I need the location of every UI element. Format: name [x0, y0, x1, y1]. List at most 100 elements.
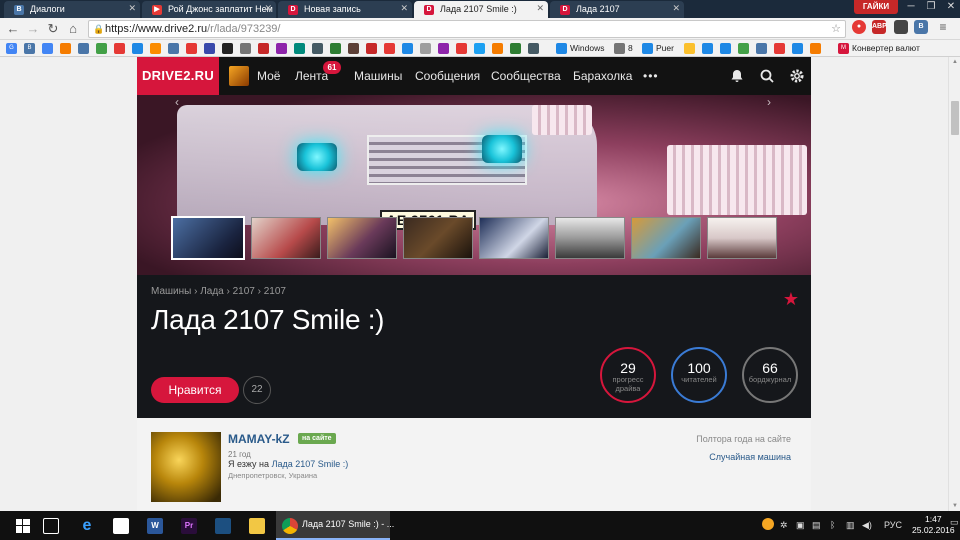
next-photo-icon[interactable]: › — [767, 95, 771, 109]
thumbnail[interactable] — [479, 217, 549, 259]
close-icon[interactable]: ✕ — [536, 3, 544, 14]
notifications-icon[interactable]: ▭ — [950, 517, 959, 528]
bookmark-currency-converter[interactable]: Конвертер валют — [852, 43, 920, 53]
home-icon[interactable]: ⌂ — [64, 20, 82, 38]
scroll-down-icon[interactable]: ▼ — [951, 503, 959, 509]
stat-readers[interactable]: 100 читателей — [671, 347, 727, 403]
thumbnail[interactable] — [555, 217, 625, 259]
stat-logbook[interactable]: 66 борджурнал — [742, 347, 798, 403]
nav-item-mine[interactable]: Моё — [257, 69, 280, 83]
bookmark-star-icon[interactable]: ☆ — [831, 21, 841, 37]
search-icon[interactable] — [759, 68, 775, 84]
user-avatar[interactable] — [229, 66, 249, 86]
bookmark-icon[interactable] — [738, 43, 749, 54]
bookmark-8[interactable]: 8 — [628, 43, 633, 53]
record-extension-icon[interactable]: ● — [852, 20, 866, 34]
bookmark-icon[interactable] — [510, 43, 521, 54]
browser-tab[interactable]: ▶ Рой Джонс заплатит Нем ✕ — [142, 1, 276, 18]
bookmark-icon[interactable] — [402, 43, 413, 54]
bookmark-icon[interactable] — [702, 43, 713, 54]
owner-name-link[interactable]: MAMAY-kZ — [228, 432, 290, 446]
close-icon[interactable]: ✕ — [672, 3, 680, 14]
clock[interactable]: 1:47 25.02.2016 — [912, 514, 955, 536]
bookmark-icon[interactable] — [186, 43, 197, 54]
bookmark-icon[interactable] — [492, 43, 503, 54]
taskbar-app[interactable] — [206, 511, 240, 540]
profile-badge[interactable]: ГАЙКИ — [854, 0, 898, 14]
odnoklassniki-icon[interactable] — [60, 43, 71, 54]
gear-icon[interactable] — [789, 68, 805, 84]
task-view-button[interactable] — [34, 511, 68, 540]
browser-tab[interactable]: D Новая запись ✕ — [278, 1, 412, 18]
bookmark-icon[interactable] — [528, 43, 539, 54]
bookmark-icon[interactable] — [150, 43, 161, 54]
bell-icon[interactable] — [729, 68, 745, 84]
bookmark-icon[interactable] — [258, 43, 269, 54]
tray-app-icon[interactable] — [762, 518, 774, 530]
extension-icon[interactable] — [894, 20, 908, 34]
close-icon[interactable]: ✕ — [264, 3, 272, 14]
back-icon[interactable]: ← — [4, 20, 22, 38]
adblock-icon[interactable]: ABP — [872, 20, 887, 34]
nav-item-messages[interactable]: Сообщения — [415, 69, 480, 83]
taskbar-chrome-window[interactable]: Лада 2107 Smile :) - ... — [276, 511, 394, 540]
nav-more-icon[interactable]: ••• — [643, 69, 659, 83]
bookmark-icon[interactable] — [276, 43, 287, 54]
reload-icon[interactable]: ↻ — [44, 20, 62, 38]
nav-item-market[interactable]: Барахолка — [573, 69, 632, 83]
random-car-link[interactable]: Случайная машина — [709, 452, 791, 462]
thumbnail[interactable] — [631, 217, 701, 259]
nav-item-communities[interactable]: Сообщества — [491, 69, 561, 83]
prev-photo-icon[interactable]: ‹ — [175, 95, 179, 109]
site-logo[interactable]: DRIVE2.RU — [137, 57, 219, 95]
language-indicator[interactable]: РУС — [884, 520, 902, 530]
maximize-icon[interactable]: ❐ — [922, 0, 940, 14]
favorite-star-icon[interactable]: ★ — [783, 289, 799, 310]
bookmark-icon[interactable] — [456, 43, 467, 54]
like-count[interactable]: 22 — [243, 376, 271, 404]
google-icon[interactable]: G — [6, 43, 17, 54]
close-icon[interactable]: ✕ — [128, 3, 136, 14]
thumbnail[interactable] — [327, 217, 397, 259]
owner-car-link[interactable]: Лада 2107 Smile :) — [272, 459, 349, 469]
breadcrumb[interactable]: Машины › Лада › 2107 › 2107 — [151, 286, 286, 297]
tray-icon[interactable]: ▤ — [812, 520, 821, 531]
close-window-icon[interactable]: ✕ — [942, 0, 960, 14]
menu-icon[interactable]: ≡ — [936, 20, 950, 34]
bluetooth-icon[interactable]: ᛒ — [830, 520, 835, 530]
bookmark-icon[interactable] — [312, 43, 323, 54]
page-scrollbar[interactable]: ▲ ▼ — [948, 57, 960, 511]
bookmark-icon[interactable] — [810, 43, 821, 54]
forward-icon[interactable]: → — [24, 20, 42, 38]
scrollbar-thumb[interactable] — [951, 101, 959, 135]
bookmark-icon[interactable] — [684, 43, 695, 54]
bookmark-icon[interactable] — [96, 43, 107, 54]
close-icon[interactable]: ✕ — [400, 3, 408, 14]
bookmark-icon[interactable] — [720, 43, 731, 54]
taskbar-explorer[interactable] — [240, 511, 274, 540]
twitter-icon[interactable] — [474, 43, 485, 54]
tray-icon[interactable]: ✲ — [780, 520, 788, 531]
scroll-up-icon[interactable]: ▲ — [951, 59, 959, 65]
thumbnail[interactable] — [403, 217, 473, 259]
tray-icon[interactable]: ▣ — [796, 520, 805, 531]
like-button[interactable]: Нравится — [151, 377, 239, 403]
taskbar-store[interactable] — [104, 511, 138, 540]
thumbnail[interactable] — [707, 217, 777, 259]
taskbar-edge[interactable]: e — [70, 511, 104, 540]
vk-extension-icon[interactable]: B — [914, 20, 928, 34]
bookmark-icon[interactable] — [294, 43, 305, 54]
browser-tab-active[interactable]: D Лада 2107 Smile :) ✕ — [414, 1, 548, 18]
thumbnail[interactable] — [251, 217, 321, 259]
browser-tab[interactable]: D Лада 2107 ✕ — [550, 1, 684, 18]
bookmark-icon[interactable] — [168, 43, 179, 54]
bookmark-icon[interactable] — [240, 43, 251, 54]
bookmark-icon[interactable] — [204, 43, 215, 54]
bookmark-icon[interactable] — [78, 43, 89, 54]
minimize-icon[interactable]: ─ — [902, 0, 920, 14]
bookmark-puer[interactable]: Puer — [656, 43, 674, 53]
bookmark-icon[interactable] — [348, 43, 359, 54]
bookmark-icon[interactable] — [42, 43, 53, 54]
bookmark-icon[interactable] — [756, 43, 767, 54]
network-icon[interactable]: ▥ — [846, 520, 855, 531]
